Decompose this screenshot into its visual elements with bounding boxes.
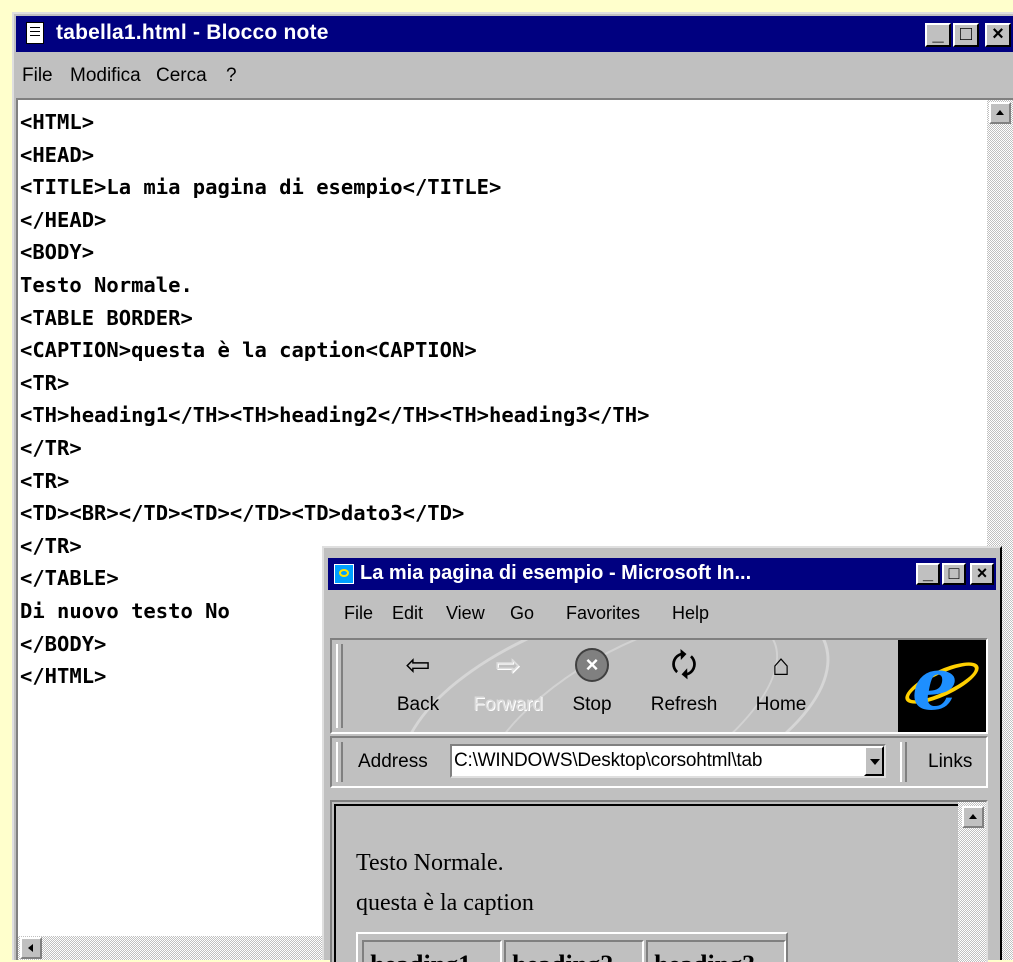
ie-maximize-button[interactable]: □ bbox=[942, 563, 966, 585]
arrow-left-icon bbox=[28, 944, 33, 952]
line-11: </TR> bbox=[20, 435, 82, 460]
line-10: <TH>heading1</TH><TH>heading2</TH><TH>he… bbox=[20, 403, 650, 428]
table-heading-3: heading3 bbox=[646, 940, 786, 962]
menu-file[interactable]: File bbox=[22, 65, 53, 87]
table-heading-1: heading1 bbox=[362, 940, 502, 962]
stop-icon: × bbox=[575, 648, 609, 682]
back-arrow-icon: ⇦ bbox=[405, 649, 431, 682]
address-bar-grip[interactable] bbox=[336, 742, 343, 782]
home-icon: ⌂ bbox=[771, 649, 791, 682]
page-text: Testo Normale. bbox=[356, 850, 504, 876]
ie-menu-go[interactable]: Go bbox=[510, 603, 534, 624]
line-13: <TD><BR></TD><TD></TD><TD>dato3</TD> bbox=[20, 501, 465, 526]
line-2: <HEAD> bbox=[20, 142, 95, 167]
back-label: Back bbox=[396, 694, 440, 715]
ie-scroll-up-button[interactable] bbox=[962, 806, 984, 828]
address-input[interactable] bbox=[452, 746, 876, 776]
ie-toolbar: ⇦ Back ⇨ Forward × Stop 🗘 Refresh ⌂ Home… bbox=[330, 638, 988, 734]
ie-icon[interactable] bbox=[334, 564, 354, 584]
editor-horizontal-scrollbar[interactable] bbox=[18, 936, 338, 960]
line-5: <BODY> bbox=[20, 240, 95, 265]
forward-button[interactable]: ⇨ Forward bbox=[460, 644, 556, 728]
ie-vertical-scrollbar[interactable] bbox=[958, 802, 986, 962]
menu-modifica[interactable]: Modifica bbox=[70, 65, 141, 87]
menu-help[interactable]: ? bbox=[226, 65, 237, 87]
scroll-left-button[interactable] bbox=[20, 937, 42, 959]
line-17: </BODY> bbox=[20, 631, 107, 656]
links-button[interactable]: Links bbox=[928, 751, 972, 773]
address-bar: Address Links bbox=[330, 736, 988, 788]
ie-menu-help[interactable]: Help bbox=[672, 603, 709, 624]
chevron-down-icon bbox=[870, 759, 880, 765]
line-14: </TR> bbox=[20, 533, 82, 558]
notepad-icon[interactable] bbox=[26, 22, 44, 44]
page-table: heading1 heading2 heading3 bbox=[356, 932, 788, 962]
forward-label: Forward bbox=[473, 694, 543, 715]
line-9: <TR> bbox=[20, 370, 70, 395]
ie-titlebar[interactable]: La mia pagina di esempio - Microsoft In.… bbox=[328, 558, 996, 590]
line-8: <CAPTION>questa è la caption<CAPTION> bbox=[20, 338, 477, 363]
ie-logo-letter: e bbox=[912, 641, 958, 726]
home-label: Home bbox=[755, 694, 807, 715]
refresh-button[interactable]: 🗘 Refresh bbox=[632, 644, 736, 728]
line-12: <TR> bbox=[20, 468, 70, 493]
ie-content-area[interactable]: Testo Normale. questa è la caption headi… bbox=[330, 800, 988, 962]
links-grip[interactable] bbox=[900, 742, 907, 782]
line-16: Di nuovo testo No bbox=[20, 598, 230, 623]
ie-menu-edit[interactable]: Edit bbox=[392, 603, 423, 624]
notepad-titlebar[interactable]: tabella1.html - Blocco note _ □ × bbox=[16, 16, 1013, 52]
ie-window: La mia pagina di esempio - Microsoft In.… bbox=[322, 546, 1002, 962]
refresh-icon: 🗘 bbox=[670, 649, 698, 682]
menu-cerca[interactable]: Cerca bbox=[156, 65, 207, 87]
arrow-up-icon bbox=[969, 814, 977, 819]
ie-menu-favorites[interactable]: Favorites bbox=[566, 603, 640, 624]
maximize-button[interactable]: □ bbox=[953, 23, 979, 47]
stop-button[interactable]: × Stop bbox=[556, 644, 628, 728]
line-1: <HTML> bbox=[20, 110, 95, 134]
line-6: Testo Normale. bbox=[20, 272, 193, 297]
ie-logo-icon: e bbox=[898, 640, 986, 732]
minimize-button[interactable]: _ bbox=[925, 23, 951, 47]
ie-menu-view[interactable]: View bbox=[446, 603, 485, 624]
arrow-up-icon bbox=[996, 110, 1004, 115]
address-label: Address bbox=[358, 751, 428, 772]
toolbar-grip[interactable] bbox=[336, 644, 343, 728]
notepad-menubar: File Modifica Cerca ? bbox=[16, 54, 1013, 96]
forward-arrow-icon: ⇨ bbox=[495, 649, 521, 682]
ie-minimize-button[interactable]: _ bbox=[916, 563, 940, 585]
line-7: <TABLE BORDER> bbox=[20, 305, 193, 330]
back-button[interactable]: ⇦ Back bbox=[376, 644, 460, 728]
home-button[interactable]: ⌂ Home bbox=[736, 644, 826, 728]
close-button[interactable]: × bbox=[985, 23, 1011, 47]
line-4: </HEAD> bbox=[20, 207, 107, 232]
refresh-label: Refresh bbox=[650, 694, 718, 715]
line-3: <TITLE>La mia pagina di esempio</TITLE> bbox=[20, 175, 502, 200]
address-dropdown-button[interactable] bbox=[864, 746, 884, 776]
table-caption: questa è la caption bbox=[356, 890, 534, 916]
ie-menu-file[interactable]: File bbox=[344, 603, 373, 624]
table-heading-2: heading2 bbox=[504, 940, 644, 962]
stop-label: Stop bbox=[572, 694, 612, 715]
notepad-title: tabella1.html - Blocco note bbox=[56, 21, 329, 44]
address-field[interactable] bbox=[450, 744, 886, 778]
ie-menubar: File Edit View Go Favorites Help bbox=[328, 592, 996, 632]
scroll-up-button[interactable] bbox=[989, 102, 1011, 124]
line-18: </HTML> bbox=[20, 664, 107, 689]
ie-close-button[interactable]: × bbox=[970, 563, 994, 585]
line-15: </TABLE> bbox=[20, 566, 119, 591]
ie-title: La mia pagina di esempio - Microsoft In.… bbox=[360, 562, 752, 584]
